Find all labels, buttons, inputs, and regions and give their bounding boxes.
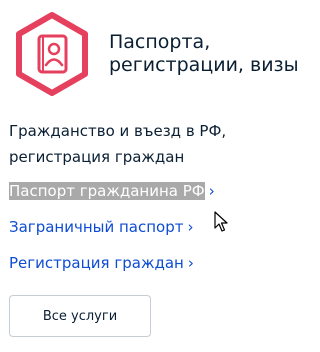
chevron-right-icon: › — [208, 182, 215, 200]
category-header: Паспорта, регистрации, визы — [9, 11, 299, 97]
service-links: Паспорт гражданина РФ › Заграничный паспо… — [9, 180, 215, 288]
section-description-line1: Гражданство и въезд в РФ, — [9, 122, 227, 140]
passport-icon — [16, 12, 88, 96]
link-label: Заграничный паспорт — [9, 218, 184, 236]
link-label: Регистрация граждан — [9, 254, 184, 272]
link-foreign-passport[interactable]: Заграничный паспорт › — [9, 216, 215, 238]
section-description-line2: регистрация граждан — [9, 148, 185, 166]
chevron-right-icon: › — [187, 254, 194, 272]
chevron-right-icon: › — [187, 218, 194, 236]
link-citizen-registration[interactable]: Регистрация граждан › — [9, 252, 215, 274]
link-passport-rf[interactable]: Паспорт гражданина РФ › — [9, 180, 215, 202]
category-title-line1: Паспорта, — [109, 31, 211, 53]
category-title: Паспорта, регистрации, визы — [109, 31, 299, 77]
services-category-card: Паспорта, регистрации, визы Гражданство … — [0, 0, 315, 352]
link-label: Паспорт гражданина РФ — [9, 182, 205, 200]
mouse-cursor-icon — [214, 211, 228, 232]
all-services-button[interactable]: Все услуги — [9, 295, 151, 337]
section-description: Гражданство и въезд в РФ, регистрация гр… — [9, 118, 226, 170]
category-title-line2: регистрации, визы — [109, 54, 299, 76]
